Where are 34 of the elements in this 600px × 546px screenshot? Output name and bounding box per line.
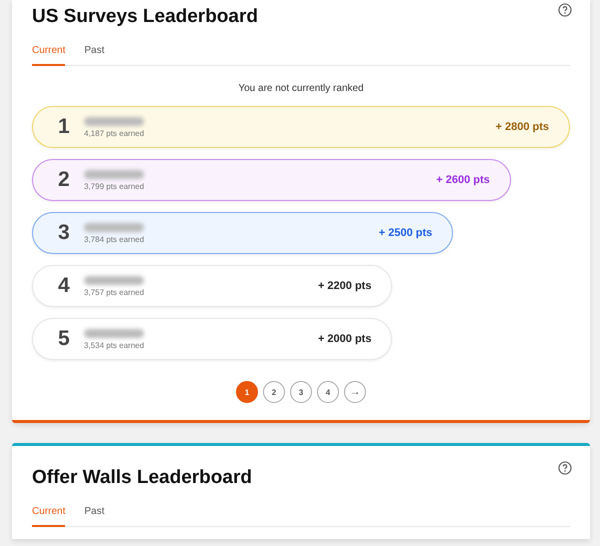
page-button[interactable]: 3 [290, 381, 312, 403]
rank-number: 1 [58, 115, 71, 139]
points-earned: 3,534 pts earned [84, 340, 146, 350]
points-earned: 3,799 pts earned [84, 182, 146, 190]
blurred-name [84, 276, 144, 284]
rank-number: 4 [58, 274, 71, 298]
prize-points: + 2000 pts [318, 333, 372, 345]
rank-status: You are not currently ranked [237, 83, 365, 94]
prize-points: + 2500 pts [378, 227, 432, 239]
page-button[interactable]: 2 [263, 381, 285, 403]
rank-number: 2 [58, 168, 71, 192]
next-page-button[interactable]: → [344, 381, 366, 403]
points-earned: 4,187 pts earned [84, 128, 146, 138]
tab[interactable]: Current [32, 506, 66, 527]
blurred-name [84, 116, 144, 126]
blurred-name [84, 222, 144, 232]
points-earned: 3,784 pts earned [84, 234, 146, 244]
help-icon[interactable] [558, 461, 572, 475]
prize-points: + 2600 pts [436, 174, 490, 186]
page-button[interactable]: 4 [317, 381, 339, 403]
tab[interactable]: Past [84, 45, 104, 66]
blurred-name [84, 328, 144, 338]
blurred-name [84, 170, 144, 178]
tab[interactable]: Current [32, 45, 66, 66]
tab[interactable]: Past [84, 506, 104, 527]
rank-number: 3 [58, 221, 71, 245]
leaderboard-title: Offer Walls Leaderboard [32, 466, 252, 490]
rank-number: 5 [58, 327, 71, 351]
prize-points: + 2200 pts [318, 280, 372, 292]
page-button[interactable]: 1 [236, 381, 258, 403]
help-icon[interactable] [558, 3, 572, 17]
leaderboard-title: US Surveys Leaderboard [32, 5, 258, 29]
prize-points: + 2800 pts [495, 121, 549, 133]
points-earned: 3,757 pts earned [84, 288, 146, 296]
